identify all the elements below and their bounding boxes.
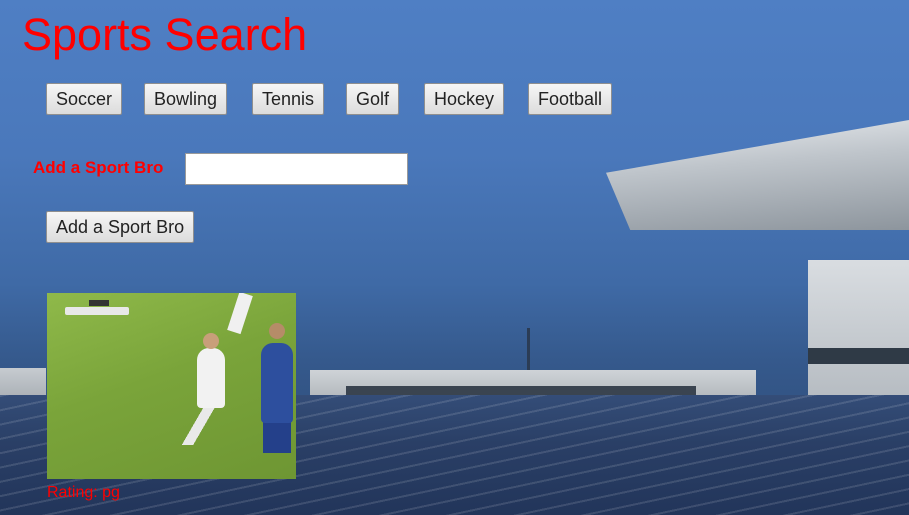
sport-button-football[interactable]: Football xyxy=(528,83,613,115)
add-sport-button[interactable]: Add a Sport Bro xyxy=(46,211,195,243)
player-figure xyxy=(227,293,253,335)
player-figure xyxy=(197,348,225,408)
player-figure xyxy=(269,323,285,339)
sport-button-golf[interactable]: Golf xyxy=(346,83,400,115)
stadium-canopy xyxy=(606,120,909,230)
sport-button-bowling[interactable]: Bowling xyxy=(144,83,228,115)
result-rating: Rating: pg xyxy=(47,484,120,501)
sport-button-soccer[interactable]: Soccer xyxy=(46,83,123,115)
stadium-tower xyxy=(808,260,909,410)
result-gif-image xyxy=(47,293,296,479)
stadium-pole xyxy=(527,328,530,370)
player-figure xyxy=(263,419,291,453)
page-title: Sports Search xyxy=(22,9,308,60)
add-sport-input[interactable] xyxy=(185,153,408,185)
player-figure xyxy=(175,405,223,445)
sport-button-tennis[interactable]: Tennis xyxy=(252,83,325,115)
score-overlay xyxy=(65,307,129,315)
player-figure xyxy=(203,333,219,349)
score-overlay-clock xyxy=(89,300,109,306)
player-figure xyxy=(261,343,293,423)
sport-button-hockey[interactable]: Hockey xyxy=(424,83,505,115)
add-sport-label: Add a Sport Bro xyxy=(33,158,164,177)
